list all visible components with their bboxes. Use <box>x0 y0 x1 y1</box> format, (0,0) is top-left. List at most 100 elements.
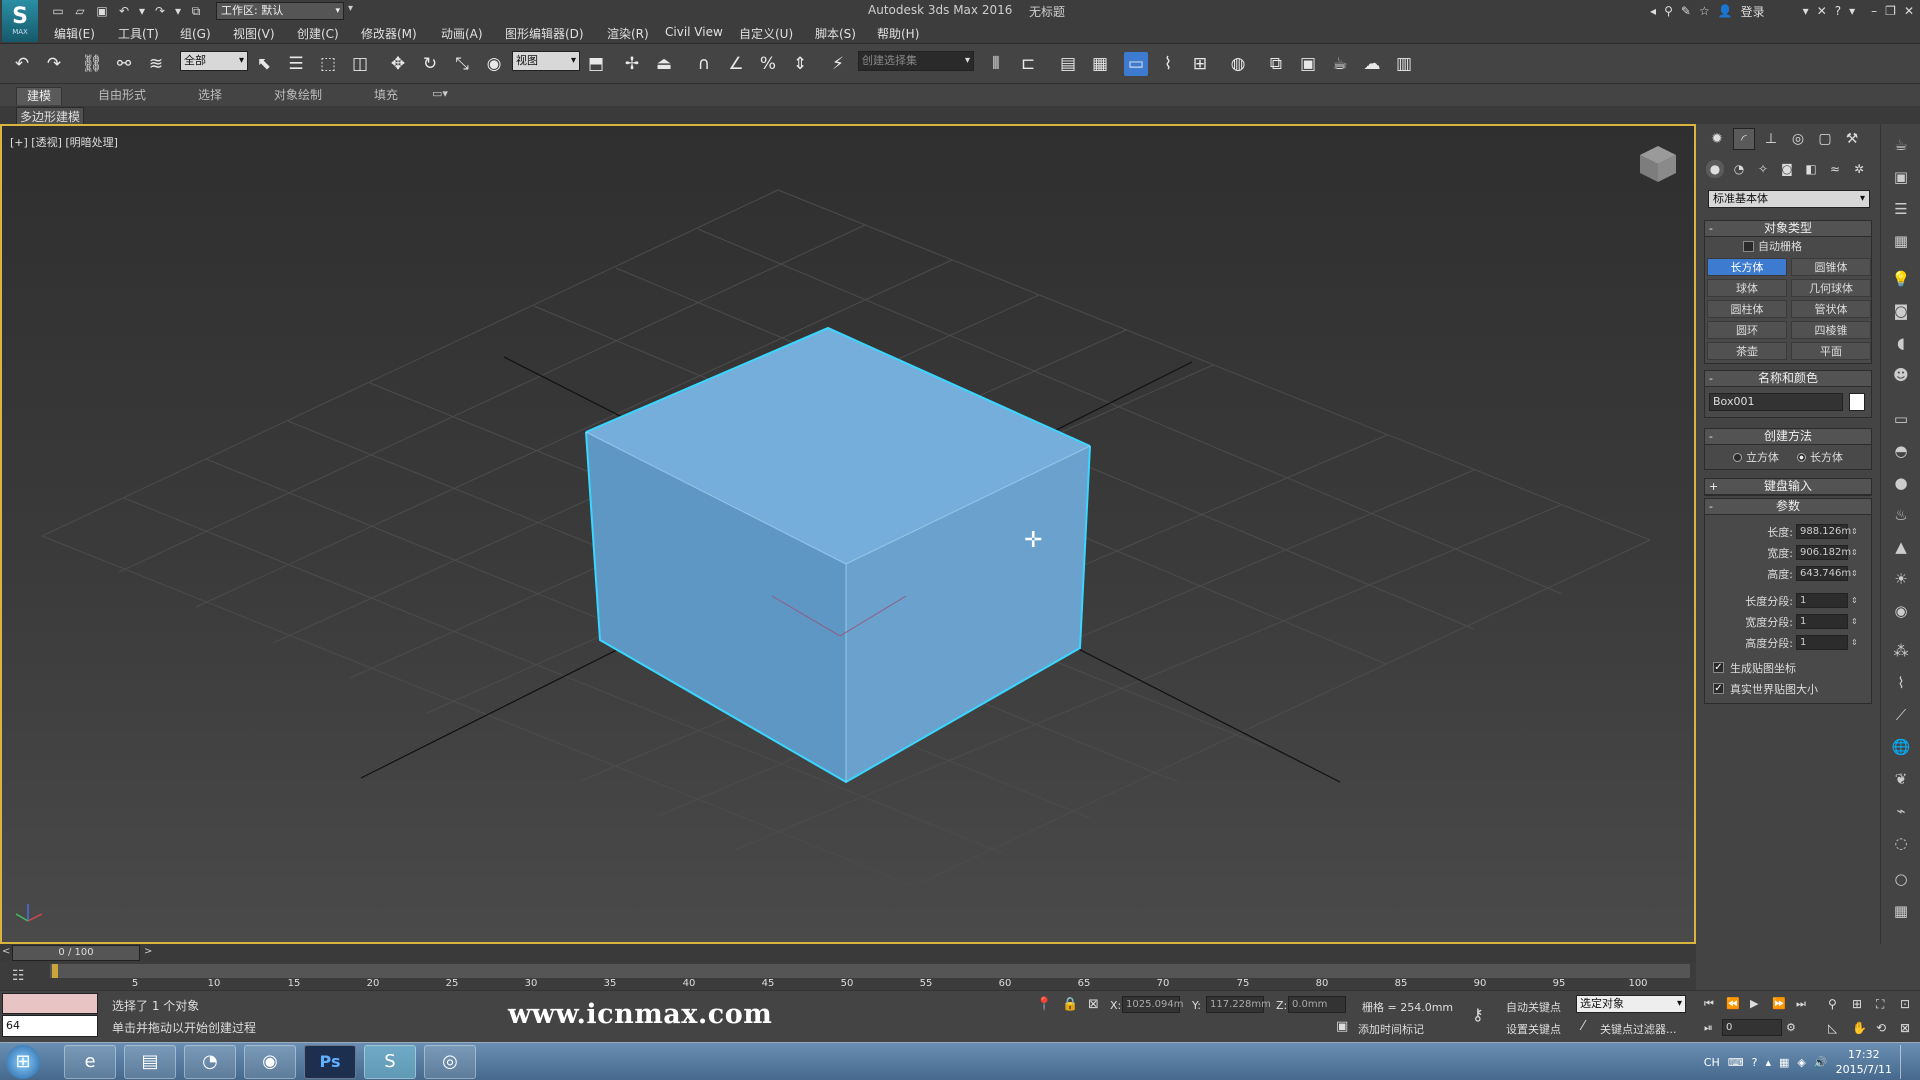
a360-gallery-icon[interactable]: ▥ <box>1392 52 1416 76</box>
absolute-mode-icon[interactable]: ⊠ <box>1088 997 1099 1012</box>
geosphere-button[interactable]: 几何球体 <box>1791 279 1871 297</box>
key-mode-toggle-icon[interactable]: ⏯ <box>1704 1021 1713 1035</box>
menu-group[interactable]: 组(G) <box>180 25 211 42</box>
plane-shape-icon[interactable]: ▭ <box>1890 408 1912 430</box>
tube-button[interactable]: 管状体 <box>1791 300 1871 318</box>
snaps-toggle-icon[interactable]: ∩ <box>692 52 716 76</box>
geometry-icon[interactable]: ● <box>1706 160 1724 178</box>
height-segs-input[interactable]: 1 <box>1796 635 1848 650</box>
unlink-selection-icon[interactable]: ⚯ <box>112 52 136 76</box>
gen-map-coords-row[interactable]: ✓ 生成贴图坐标 <box>1705 657 1871 678</box>
camera-icon[interactable]: ◙ <box>1890 300 1912 322</box>
favorites-star-icon[interactable]: ☆ <box>1699 4 1710 18</box>
width-segs-input[interactable]: 1 <box>1796 614 1848 629</box>
menu-civil-view[interactable]: Civil View <box>665 25 723 39</box>
ribbon-options-icon[interactable]: ▭▾ <box>432 87 448 100</box>
bone-icon[interactable]: ⟋ <box>1890 704 1912 726</box>
open-file-icon[interactable]: ▱ <box>72 3 88 19</box>
pot-icon[interactable]: ♨ <box>1890 504 1912 526</box>
shell-icon[interactable]: ◌ <box>1890 832 1912 854</box>
height-input[interactable]: 643.746m <box>1796 566 1851 581</box>
play-icon[interactable]: ▶ <box>1750 997 1758 1010</box>
zoom-extents-icon[interactable]: ⛶ <box>1876 997 1884 1012</box>
select-and-rotate-icon[interactable]: ↻ <box>418 52 442 76</box>
height-spinner-icon[interactable]: ⇕ <box>1851 569 1858 578</box>
key-icon[interactable]: ⚷ <box>1472 1005 1484 1024</box>
box-button[interactable]: 长方体 <box>1707 258 1787 276</box>
render-production-icon[interactable]: ☕ <box>1328 52 1352 76</box>
object-color-swatch[interactable] <box>1849 393 1865 411</box>
table-panel-icon[interactable]: ▦ <box>1890 230 1912 252</box>
pyramid-button[interactable]: 四棱锥 <box>1791 321 1871 339</box>
angle-snap-icon[interactable]: ∠ <box>724 52 748 76</box>
menu-customize[interactable]: 自定义(U) <box>739 25 793 42</box>
current-frame-marker[interactable] <box>52 964 58 978</box>
width-segs-spinner-icon[interactable]: ⇕ <box>1851 617 1858 626</box>
tab-freeform[interactable]: 自由形式 <box>88 87 156 105</box>
zoom-icon[interactable]: ⚲ <box>1828 997 1837 1011</box>
menu-animation[interactable]: 动画(A) <box>441 25 483 42</box>
chrome-app-taskbar-icon[interactable]: ◎ <box>424 1045 476 1079</box>
select-manipulate-icon[interactable]: ✢ <box>620 52 644 76</box>
network-icon[interactable]: ▦ <box>1779 1056 1789 1069</box>
shapes-icon[interactable]: ◔ <box>1730 160 1748 178</box>
percent-snap-icon[interactable]: % <box>756 52 780 76</box>
render-setup-icon[interactable]: ⧉ <box>1264 52 1288 76</box>
new-file-icon[interactable]: ▭ <box>50 3 66 19</box>
cylinder-button[interactable]: 圆柱体 <box>1707 300 1787 318</box>
menu-views[interactable]: 视图(V) <box>233 25 275 42</box>
login-dropdown-icon[interactable]: ▾ <box>1803 4 1809 18</box>
teapot-render-icon[interactable]: ☕ <box>1890 134 1912 156</box>
length-segs-spinner-icon[interactable]: ⇕ <box>1851 596 1858 605</box>
select-object-icon[interactable]: ⬉ <box>252 52 276 76</box>
sphere-light-icon[interactable]: ◉ <box>1890 600 1912 622</box>
hierarchy-tab-icon[interactable]: ⊥ <box>1760 128 1782 150</box>
prev-frame-icon[interactable]: ⏪ <box>1726 997 1740 1010</box>
goto-start-icon[interactable]: ⏮ <box>1704 997 1714 1011</box>
search-nav-left-icon[interactable]: ◂ <box>1650 4 1656 18</box>
plant-icon[interactable]: ❦ <box>1890 768 1912 790</box>
layer-manager-icon[interactable]: ▤ <box>1056 52 1080 76</box>
length-segs-input[interactable]: 1 <box>1796 593 1848 608</box>
sphere-button[interactable]: 球体 <box>1707 279 1787 297</box>
rendered-frame-window-icon[interactable]: ▣ <box>1296 52 1320 76</box>
create-tab-icon[interactable]: ✹ <box>1706 128 1728 150</box>
ie-taskbar-icon[interactable]: e <box>64 1045 116 1079</box>
orbit-icon[interactable]: ⟲ <box>1876 1021 1886 1035</box>
redo-icon[interactable]: ↷ <box>42 52 66 76</box>
hf-icon[interactable]: ⌁ <box>1890 800 1912 822</box>
length-spinner-icon[interactable]: ⇕ <box>1851 527 1858 536</box>
length-input[interactable]: 988.126m <box>1796 524 1851 539</box>
security-icon[interactable]: ◈ <box>1797 1056 1805 1069</box>
current-frame-input[interactable]: 0 <box>1722 1019 1782 1036</box>
mini-curve-editor-icon[interactable]: ☷ <box>12 968 25 984</box>
workspace-selector[interactable]: 工作区: 默认 <box>216 2 344 20</box>
time-slider[interactable]: < 0 / 100 > <box>0 944 1696 962</box>
list-panel-icon[interactable]: ☰ <box>1890 198 1912 220</box>
material-editor-icon[interactable]: ◍ <box>1226 52 1250 76</box>
tab-object-paint[interactable]: 对象绘制 <box>264 87 332 105</box>
teapot-button[interactable]: 茶壶 <box>1707 342 1787 360</box>
maxscript-listener-top[interactable] <box>2 993 98 1014</box>
volume-icon[interactable]: 🔊 <box>1814 1056 1828 1069</box>
app-menu-button[interactable]: S MAX <box>2 0 38 42</box>
next-frame-icon[interactable]: ⏩ <box>1772 997 1786 1010</box>
width-input[interactable]: 906.182m <box>1796 545 1851 560</box>
window-crossing-icon[interactable]: ◫ <box>348 52 372 76</box>
restore-icon[interactable]: ❐ <box>1885 4 1896 18</box>
spinner-snap-icon[interactable]: ⇕ <box>788 52 812 76</box>
box-radio[interactable]: 长方体 <box>1797 449 1843 465</box>
primitive-category-dropdown[interactable]: 标准基本体 <box>1708 190 1870 208</box>
key-filters-button[interactable]: 关键点过滤器... <box>1600 1021 1677 1037</box>
undo-icon[interactable]: ↶ <box>116 3 132 19</box>
zoom-all-icon[interactable]: ⊞ <box>1852 997 1862 1011</box>
gen-map-coords-checkbox[interactable]: ✓ <box>1713 662 1724 673</box>
white-sphere-icon[interactable]: ○ <box>1890 868 1912 890</box>
render-frame-icon[interactable]: ▣ <box>1890 166 1912 188</box>
height-segs-spinner-icon[interactable]: ⇕ <box>1851 638 1858 647</box>
auto-key-button[interactable]: 自动关键点 <box>1506 999 1561 1015</box>
autogrid-row[interactable]: 自动栅格 <box>1705 237 1871 255</box>
speaker-icon[interactable]: ◖ <box>1890 332 1912 354</box>
track-ruler[interactable] <box>50 964 1690 978</box>
keyboard-shortcut-override-icon[interactable]: ⏏ <box>652 52 676 76</box>
